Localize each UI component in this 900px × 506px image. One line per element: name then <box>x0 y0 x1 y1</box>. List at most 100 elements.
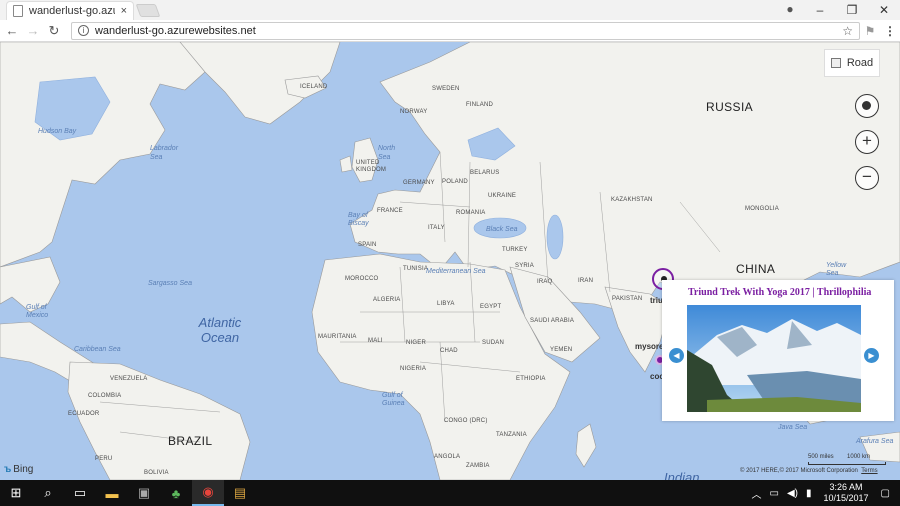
windows-taskbar: ⊞ ⌕ ▭ ▬ ▣ ♣ ◉ ▤ ︿ ▭ ◀) ▮ 3:26 AM 10/15/2… <box>0 480 900 506</box>
label-mauritania: MAURITANIA <box>318 334 357 340</box>
volume-icon[interactable]: ◀) <box>787 488 798 499</box>
scale-text: 500 miles 1000 km <box>808 454 870 460</box>
label-ethiopia: ETHIOPIA <box>516 376 546 382</box>
label-peru: PERU <box>95 456 113 462</box>
file-explorer-icon[interactable]: ▬ <box>96 480 128 506</box>
back-icon[interactable]: ← <box>3 23 21 38</box>
tab-title: wanderlust-go.azureweb <box>29 5 115 17</box>
label-iran: IRAN <box>578 278 594 284</box>
tab-strip: wanderlust-go.azureweb × ● – ❐ ✕ <box>0 0 900 20</box>
new-tab-button[interactable] <box>135 4 161 17</box>
close-window-button[interactable]: ✕ <box>868 3 900 17</box>
label-ecuador: ECUADOR <box>68 411 100 417</box>
locate-me-button[interactable] <box>855 94 879 118</box>
label-sargasso-sea: Sargasso Sea <box>148 280 192 287</box>
clock[interactable]: 3:26 AM 10/15/2017 <box>824 482 869 504</box>
label-labrador-sea: Labrador Sea <box>150 145 179 161</box>
label-yellow-sea: Yellow Sea <box>826 262 847 277</box>
minimize-button[interactable]: – <box>804 3 836 17</box>
star-icon[interactable]: ☆ <box>842 24 853 38</box>
popup-photo <box>687 305 861 412</box>
label-mediterranean-sea: Mediterranean Sea <box>426 268 486 275</box>
network-icon[interactable]: ▭ <box>770 488 779 499</box>
popup-prev-button[interactable]: ◀ <box>669 348 684 363</box>
label-saudi-arabia: SAUDI ARABIA <box>530 318 575 324</box>
popup-next-button[interactable]: ▶ <box>864 348 879 363</box>
bing-icon: ъ <box>4 464 12 475</box>
forward-icon[interactable]: → <box>24 23 42 38</box>
label-colombia: COLOMBIA <box>88 393 122 399</box>
start-icon[interactable]: ⊞ <box>0 480 32 506</box>
label-niger: NIGER <box>406 340 427 346</box>
clock-time: 3:26 AM <box>829 482 863 492</box>
account-icon[interactable]: ● <box>782 2 798 18</box>
tab-close-button[interactable]: × <box>121 5 127 17</box>
terminal-icon[interactable]: ▣ <box>128 480 160 506</box>
label-iraq: IRAQ <box>537 279 553 285</box>
clover-app-icon[interactable]: ♣ <box>160 480 192 506</box>
label-mali: MALI <box>368 338 383 344</box>
label-north-sea: North Sea <box>378 145 396 161</box>
label-norway: NORWAY <box>400 109 428 115</box>
label-france: FRANCE <box>377 208 403 214</box>
popup-title[interactable]: Triund Trek With Yoga 2017 | Thrillophil… <box>688 287 871 298</box>
label-spain: SPAIN <box>358 242 377 248</box>
battery-icon[interactable]: ▮ <box>806 488 812 499</box>
search-icon[interactable]: ⌕ <box>32 480 64 506</box>
label-finland: FINLAND <box>466 102 494 108</box>
label-zambia: ZAMBIA <box>466 463 490 469</box>
label-caribbean-sea: Caribbean Sea <box>74 346 121 353</box>
browser-tab[interactable]: wanderlust-go.azureweb × <box>6 1 134 20</box>
chrome-icon[interactable]: ◉ <box>192 480 224 506</box>
bing-logo[interactable]: ъ Bing <box>4 464 33 475</box>
label-libya: LIBYA <box>437 301 455 307</box>
notification-icon[interactable]: ▢ <box>881 488 890 499</box>
menu-icon[interactable]: ⋮ <box>880 24 900 38</box>
clock-date: 10/15/2017 <box>823 493 869 503</box>
label-indian-ocean: Indian <box>664 470 700 480</box>
label-russia: RUSSIA <box>706 100 754 114</box>
map-canvas[interactable]: RUSSIA CHINA BRAZIL KAZAKHSTAN MONGOLIA … <box>0 42 900 480</box>
info-icon[interactable]: i <box>77 25 89 36</box>
label-yemen: YEMEN <box>550 347 573 353</box>
label-atlantic-ocean: Atlantic Ocean <box>198 315 242 345</box>
maximize-button[interactable]: ❐ <box>836 3 868 17</box>
media-app-icon[interactable]: ▤ <box>224 480 256 506</box>
label-arafura-sea: Arafura Sea <box>856 438 894 445</box>
browser-toolbar: ← → ↻ i wanderlust-go.azurewebsites.net … <box>0 20 900 42</box>
label-egypt: EGYPT <box>480 304 502 310</box>
zoom-in-button[interactable]: + <box>855 130 879 154</box>
label-brazil: BRAZIL <box>168 434 213 448</box>
address-bar[interactable]: i wanderlust-go.azurewebsites.net ☆ <box>70 21 861 40</box>
reload-icon[interactable]: ↻ <box>45 23 63 39</box>
label-gulf-of-guinea: Gulf of Guinea <box>382 392 405 407</box>
label-java-sea: Java Sea <box>778 424 808 431</box>
extension-icon[interactable]: ⚑ <box>860 24 880 38</box>
label-nigeria: NIGERIA <box>400 366 427 372</box>
label-black-sea: Black Sea <box>486 226 518 233</box>
place-popup: Triund Trek With Yoga 2017 | Thrillophil… <box>662 280 894 421</box>
tray-chevron-icon[interactable]: ︿ <box>752 486 762 501</box>
label-congo: CONGO (DRC) <box>444 418 488 424</box>
map-style-button[interactable]: Road <box>824 49 880 77</box>
label-italy: ITALY <box>428 225 445 231</box>
zoom-out-button[interactable]: − <box>855 166 879 190</box>
label-turkey: TURKEY <box>502 247 528 253</box>
scale-km: 1000 km <box>847 454 871 460</box>
label-algeria: ALGERIA <box>373 297 401 303</box>
terms-link[interactable]: Terms <box>861 468 877 474</box>
task-view-icon[interactable]: ▭ <box>64 480 96 506</box>
label-bolivia: BOLIVIA <box>144 470 169 476</box>
label-hudson-bay: Hudson Bay <box>38 128 77 135</box>
label-pakistan: PAKISTAN <box>612 296 643 302</box>
page-favicon-icon <box>13 5 23 17</box>
scale-miles: 500 miles <box>808 454 834 460</box>
label-mongolia: MONGOLIA <box>745 206 779 212</box>
label-belarus: BELARUS <box>470 170 500 176</box>
window-controls: – ❐ ✕ <box>804 0 900 20</box>
label-iceland: ICELAND <box>300 84 328 90</box>
label-tanzania: TANZANIA <box>496 432 527 438</box>
map-style-label: Road <box>846 57 874 69</box>
road-style-icon <box>830 58 841 68</box>
scale-bar <box>808 462 886 465</box>
